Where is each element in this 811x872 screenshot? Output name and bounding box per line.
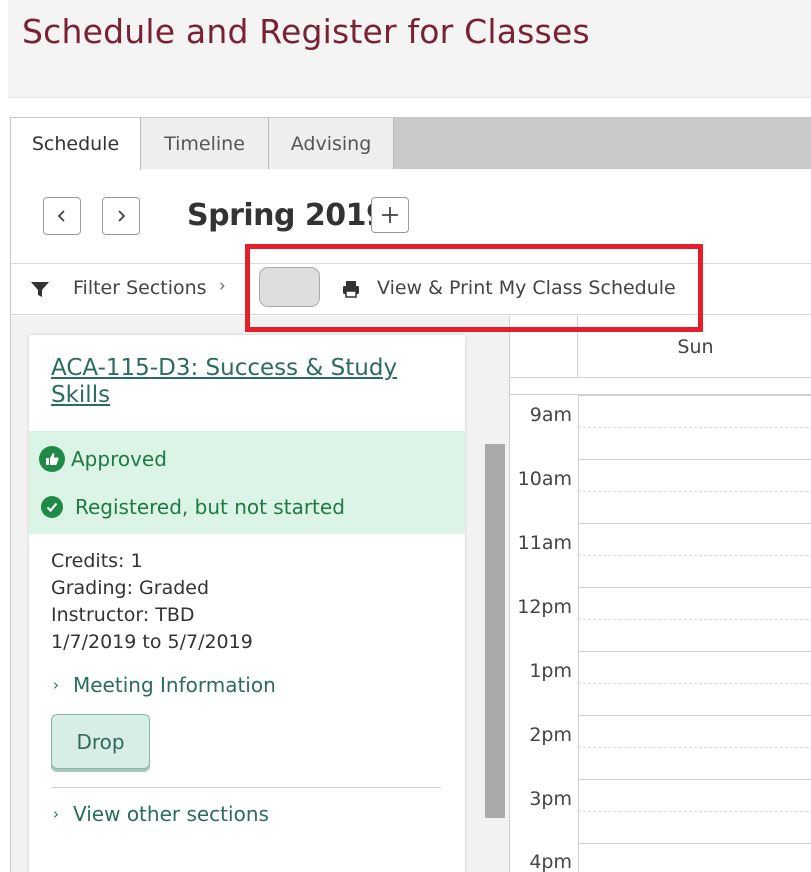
half-hour-line [578,811,811,812]
toolbar-divider [247,264,248,314]
funnel-icon[interactable] [29,278,51,300]
time-label: 3pm [529,788,572,810]
chevron-right-icon: › [53,676,59,694]
half-hour-line [578,683,811,684]
hour-line [578,523,811,524]
hour-line [578,843,811,844]
status-area: Approved Registered, but not started [29,431,465,534]
time-label: 11am [517,532,572,554]
thumbs-up-icon [39,446,65,472]
course-title-link[interactable]: ACA-115-D3: Success & Study Skills [51,355,411,409]
course-card: ACA-115-D3: Success & Study Skills Appro… [29,335,465,872]
half-hour-line [578,555,811,556]
status-approved: Approved [39,446,167,472]
time-label: 9am [529,404,572,426]
tab-strip: Schedule Timeline Advising [11,118,811,170]
main-area: ACA-115-D3: Success & Study Skills Appro… [11,316,811,872]
page-title: Schedule and Register for Classes [22,12,590,51]
status-registered-label: Registered, but not started [75,495,345,519]
toggle-switch[interactable] [259,267,320,307]
calendar-header: Sun [510,316,811,378]
hour-line [578,395,811,396]
previous-term-button[interactable] [43,197,81,235]
tab-advising[interactable]: Advising [269,118,394,169]
schedule-panel: Schedule Timeline Advising Spring 2019 F… [10,117,811,872]
tab-schedule[interactable]: Schedule [11,118,141,170]
card-divider [51,787,441,788]
add-term-button[interactable] [371,197,409,233]
chevron-right-icon: › [53,805,59,823]
calendar-allday-row [510,379,811,395]
meeting-information-toggle[interactable]: › Meeting Information [51,673,276,697]
page-header: Schedule and Register for Classes [8,0,811,98]
half-hour-line [578,747,811,748]
time-label: 10am [517,468,572,490]
half-hour-line [578,491,811,492]
view-other-sections-label: View other sections [73,802,269,826]
check-circle-icon [41,496,63,518]
tab-timeline[interactable]: Timeline [141,118,269,169]
view-print-schedule-link[interactable]: View & Print My Class Schedule [377,277,676,299]
status-approved-label: Approved [71,447,167,471]
chevron-right-icon [118,210,126,222]
meeting-information-label: Meeting Information [73,673,276,697]
calendar-grid: Sun 9am 10am 11am 12pm 1pm 2pm 3pm 4pm [509,316,811,872]
hour-line [578,779,811,780]
dates-text: 1/7/2019 to 5/7/2019 [51,631,253,653]
grading-text: Grading: Graded [51,577,210,599]
instructor-text: Instructor: TBD [51,604,195,626]
day-header-sun: Sun [677,336,714,358]
plus-icon [382,207,398,223]
time-label: 12pm [517,596,572,618]
toolbar: Filter Sections › View & Print My Class … [11,263,811,315]
credits-text: Credits: 1 [51,550,143,572]
time-label: 4pm [529,851,572,872]
half-hour-line [578,427,811,428]
hour-line [578,651,811,652]
term-title: Spring 2019 [187,198,387,233]
drop-button[interactable]: Drop [51,714,150,769]
time-label: 2pm [529,724,572,746]
printer-icon[interactable] [340,278,362,300]
time-column-border [578,395,579,872]
time-label: 1pm [529,660,572,682]
next-term-button[interactable] [102,197,140,235]
view-other-sections-toggle[interactable]: › View other sections [51,802,269,826]
half-hour-line [578,619,811,620]
chevron-left-icon [57,210,65,222]
chevron-right-icon: › [219,276,226,296]
status-registered: Registered, but not started [39,495,345,519]
time-column-header [510,316,578,378]
hour-line [578,459,811,460]
hour-line [578,715,811,716]
filter-sections-button[interactable]: Filter Sections [73,277,207,299]
scrollbar[interactable] [485,444,505,818]
hour-line [578,587,811,588]
